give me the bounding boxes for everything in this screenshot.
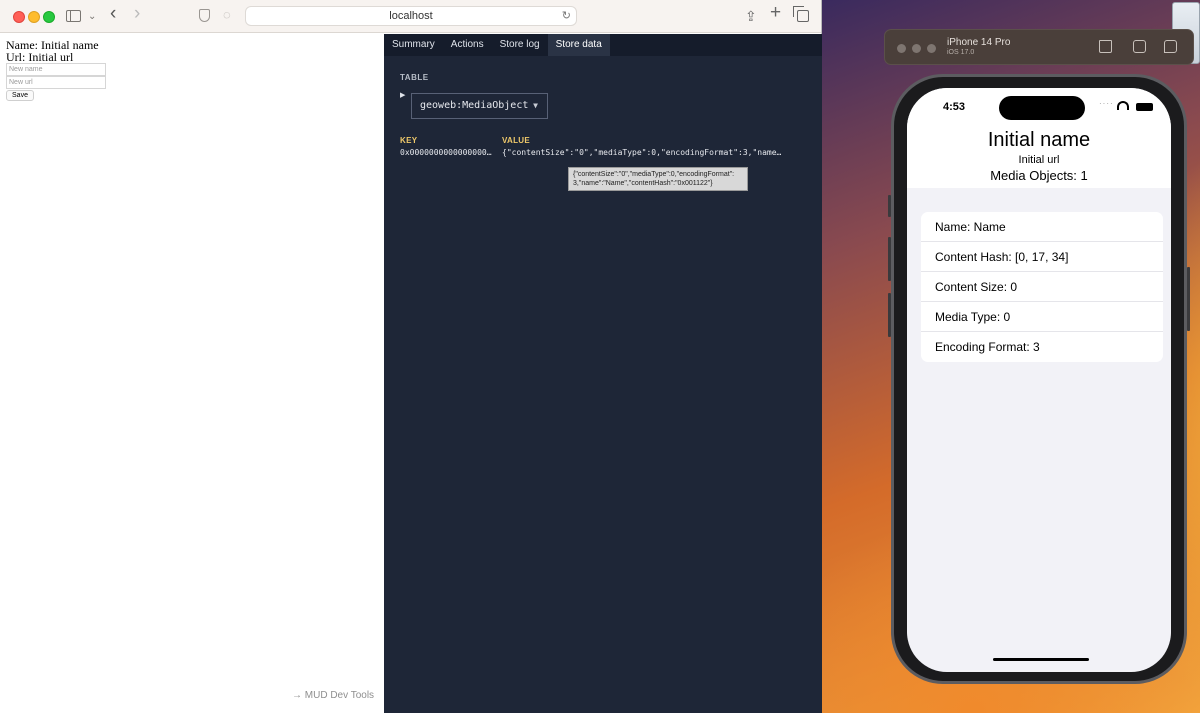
list-item[interactable]: Content Hash: [0, 17, 34] [921, 242, 1163, 272]
simulator-close-button[interactable] [897, 44, 906, 53]
column-header-key: KEY [400, 136, 418, 145]
home-icon[interactable] [1099, 40, 1112, 53]
dropdown-arrow-icon: ▼ [533, 101, 538, 110]
url-display: Url: Initial url [6, 50, 74, 64]
simulator-toolbar: iPhone 14 Pro iOS 17.0 [884, 29, 1194, 65]
power-button[interactable] [1187, 267, 1190, 331]
table-select-value: geoweb:MediaObject [420, 100, 529, 111]
reload-icon[interactable]: ↻ [562, 7, 571, 25]
table-cell-key[interactable]: 0x0000000000000000… [400, 148, 494, 157]
new-tab-icon[interactable]: + [770, 3, 781, 22]
tab-overview-icon[interactable] [793, 6, 809, 22]
forward-arrow-icon[interactable]: › [134, 4, 140, 23]
table-select[interactable]: geoweb:MediaObject ▼ [411, 93, 548, 119]
list-item[interactable]: Content Size: 0 [921, 272, 1163, 302]
fullscreen-window-button[interactable] [43, 11, 55, 23]
web-page: Name: Initial name Url: Initial url New … [0, 34, 384, 713]
sidebar-toggle-icon[interactable] [66, 10, 81, 22]
iphone-device: Initial name Initial url Media Objects: … [888, 74, 1190, 684]
browser-content: Name: Initial name Url: Initial url New … [0, 34, 822, 713]
devtools-tabs: Summary Actions Store log Store data [384, 34, 822, 56]
home-indicator[interactable] [993, 658, 1089, 661]
tab-store-data[interactable]: Store data [547, 34, 610, 56]
tab-store-log[interactable]: Store log [492, 34, 548, 56]
new-url-input[interactable]: New url [6, 76, 106, 89]
status-time: 4:53 [943, 101, 966, 113]
close-window-button[interactable] [13, 11, 25, 23]
privacy-shield-icon[interactable] [199, 9, 210, 22]
safari-window: ⌄ ‹ › ◌ localhost ↻ ⇪ + Name: Initial na… [0, 0, 822, 713]
table-cell-value[interactable]: {"contentSize":"0","mediaType":0,"encodi… [502, 148, 798, 157]
media-object-count: Media Objects: 1 [990, 168, 1088, 183]
minimize-window-button[interactable] [28, 11, 40, 23]
play-triangle-icon[interactable]: ▶ [400, 91, 405, 99]
tab-actions[interactable]: Actions [443, 34, 492, 56]
value-tooltip: {"contentSize":"0","mediaType":0,"encodi… [568, 167, 748, 191]
safari-toolbar: ⌄ ‹ › ◌ localhost ↻ ⇪ + [0, 0, 821, 33]
mud-devtools-link[interactable]: → MUD Dev Tools [292, 690, 374, 701]
tab-summary[interactable]: Summary [384, 34, 443, 56]
address-bar[interactable]: localhost ↻ [245, 6, 577, 26]
list-item[interactable]: Name: Name [921, 212, 1163, 242]
volume-down-button[interactable] [888, 293, 891, 337]
app-title: Initial name [987, 129, 1091, 151]
simulator-zoom-button[interactable] [927, 44, 936, 53]
signal-icon: ···· [1099, 99, 1114, 108]
screenshot-camera-icon[interactable] [1133, 40, 1146, 53]
back-arrow-icon[interactable]: ‹ [110, 4, 116, 23]
share-icon[interactable]: ⇪ [745, 7, 757, 25]
chevron-down-icon[interactable]: ⌄ [88, 8, 96, 26]
column-header-value: VALUE [502, 136, 531, 145]
simulator-minimize-button[interactable] [912, 44, 921, 53]
phone-screen: Initial name Initial url Media Objects: … [907, 88, 1171, 672]
action-button[interactable] [888, 195, 891, 217]
table-label: TABLE [400, 73, 429, 82]
wifi-icon [1117, 101, 1129, 110]
address-text: localhost [389, 10, 433, 22]
volume-up-button[interactable] [888, 237, 891, 281]
mud-devtools-panel: Summary Actions Store log Store data TAB… [384, 34, 822, 713]
simulator-device-name: iPhone 14 Pro [947, 37, 1011, 48]
media-object-details: Name: Name Content Hash: [0, 17, 34] Con… [921, 212, 1163, 362]
save-button[interactable]: Save [6, 90, 34, 101]
simulator-os-version: iOS 17.0 [947, 49, 975, 56]
battery-icon [1136, 103, 1153, 111]
rotate-icon[interactable] [1164, 40, 1177, 53]
dynamic-island [999, 96, 1085, 120]
app-url: Initial url [1018, 154, 1060, 166]
rss-icon[interactable]: ◌ [223, 6, 231, 24]
list-item[interactable]: Media Type: 0 [921, 302, 1163, 332]
new-name-input[interactable]: New name [6, 63, 106, 76]
list-item[interactable]: Encoding Format: 3 [921, 332, 1163, 362]
